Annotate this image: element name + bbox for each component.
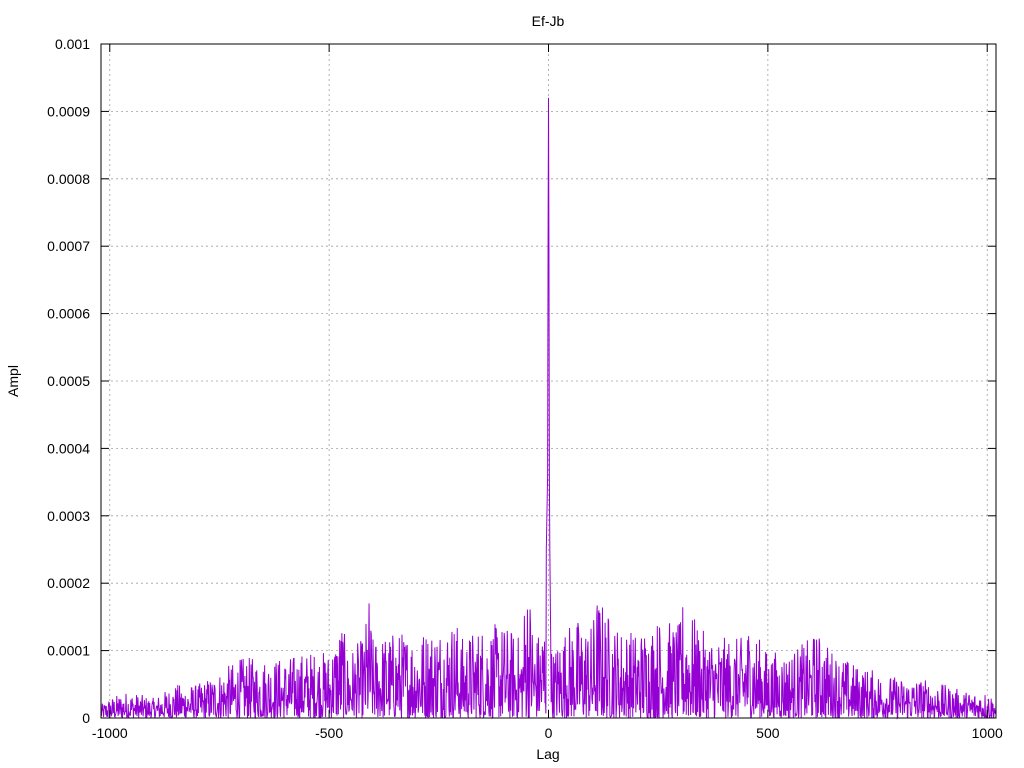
- x-tick-label: -500: [315, 725, 343, 741]
- y-tick-label: 0.0008: [47, 171, 90, 187]
- x-tick-label: 500: [756, 725, 780, 741]
- y-tick-label: 0.0002: [47, 575, 90, 591]
- chart: 0 0.0001 0.0002 0.0003 0.0004 0.0005 0.0006 0.0…: [0, 0, 1024, 768]
- y-tick-label: 0.001: [55, 36, 90, 52]
- y-axis-label: Ampl: [5, 365, 21, 397]
- y-tick-label: 0.0004: [47, 440, 90, 456]
- y-tick-label: 0.0003: [47, 508, 90, 524]
- y-tick-label: 0: [82, 710, 90, 726]
- y-tick-label: 0.0001: [47, 643, 90, 659]
- x-tick-label: 0: [545, 725, 553, 741]
- x-tick-label: 1000: [972, 725, 1003, 741]
- y-tick-label: 0.0007: [47, 238, 90, 254]
- x-axis-label: Lag: [536, 746, 559, 762]
- y-tick-label: 0.0009: [47, 103, 90, 119]
- y-tick-label: 0.0005: [47, 373, 90, 389]
- x-tick-label: -1000: [92, 725, 128, 741]
- chart-title: Ef-Jb: [532, 13, 565, 29]
- y-tick-label: 0.0006: [47, 306, 90, 322]
